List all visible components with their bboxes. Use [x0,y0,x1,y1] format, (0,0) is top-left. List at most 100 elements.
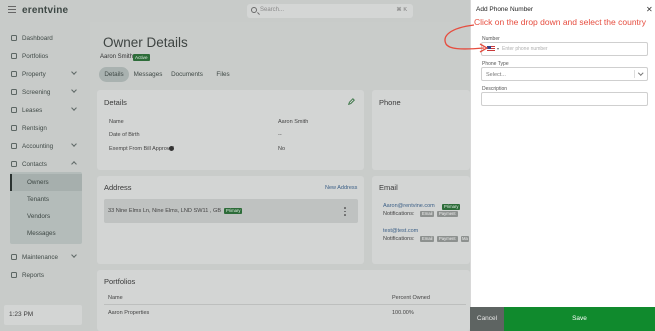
sidebar-item-label: Maintenance [22,253,59,261]
detail-value-exempt: No [278,146,286,152]
chevron-down-icon [71,252,77,258]
phone-number-field[interactable]: Enter phone number [481,42,648,56]
detail-value-name: Aaron Smith [278,119,309,125]
sidebar-item-label: Contacts [22,160,47,168]
sidebar-item-rentsign[interactable]: Rentsign [0,120,84,136]
app-logo[interactable]: erentvine [22,5,68,16]
portfolio-percent-cell: 100.00% [392,310,414,316]
notifications-label: Notifications: [383,211,415,217]
primary-badge: Primary [442,204,461,210]
select-divider [634,70,635,78]
detail-value-dob: -- [278,132,282,138]
chevron-down-icon [71,105,77,111]
tab-files[interactable]: Files [212,67,234,82]
details-title: Details [104,98,127,107]
cancel-button[interactable]: Cancel [470,307,504,331]
phone-title: Phone [379,98,401,107]
home-icon [11,71,17,77]
tab-documents[interactable]: Documents [169,67,205,82]
owner-name: Aaron Smith [100,54,134,60]
sidebar-subitem-label: Messages [27,230,56,237]
page-title: Owner Details [103,35,188,50]
sidebar-item-label: Portfolios [22,52,49,60]
sidebar-subitem-label: Owners [27,179,49,186]
number-placeholder: Enter phone number [502,46,548,52]
sidebar-item-reports[interactable]: Reports [0,267,84,283]
phone-type-select[interactable]: Select... [481,67,648,81]
chevron-down-icon [71,141,77,147]
sidebar-subitem-owners[interactable]: Owners [10,174,82,191]
notification-tag: Ma [461,236,469,242]
search-icon [251,7,257,13]
lease-icon [11,107,17,113]
panel-title: Add Phone Number [476,6,534,13]
primary-badge: Primary [224,208,243,214]
tab-details[interactable]: Details [99,67,129,82]
address-row[interactable]: 33 Nine Elms Ln, Nine Elms, LND SW11 , G… [104,199,358,223]
portfolio-name-cell[interactable]: Aaron Properties [108,310,149,316]
info-icon[interactable] [169,146,174,151]
new-address-link[interactable]: New Address [325,185,357,191]
sidebar-item-label: Screening [22,88,51,96]
annotation-arrow-icon [444,24,489,53]
sidebar-item-label: Reports [22,271,45,279]
sign-icon [11,125,17,131]
detail-label-dob: Date of Birth [109,132,140,138]
sidebar-item-screening[interactable]: Screening [0,84,84,100]
phone-type-placeholder: Select... [486,71,506,78]
chevron-down-icon[interactable] [638,70,644,76]
sidebar-item-label: Leases [22,106,43,114]
dollar-icon [11,143,17,149]
notification-tag: Payment [437,236,458,242]
column-header-name: Name [108,295,123,301]
sidebar-item-label: Accounting [22,142,54,150]
contacts-icon [11,161,17,167]
dashboard-icon [11,35,17,41]
sidebar-item-leases[interactable]: Leases [0,102,84,118]
more-options-icon[interactable] [344,207,346,216]
sidebar-item-label: Rentsign [22,124,47,132]
status-badge: Active [133,54,150,61]
description-field[interactable] [481,92,648,106]
wrench-icon [11,254,17,260]
pencil-icon[interactable] [348,98,355,105]
sidebar-item-contacts[interactable]: Contacts [0,156,84,172]
sidebar-item-maintenance[interactable]: Maintenance [0,249,84,265]
notification-tag: Email [420,236,435,242]
reports-icon [11,272,17,278]
sidebar-item-label: Property [22,70,46,78]
search-input[interactable]: Search... ⌘ K [247,4,413,18]
table-divider [104,304,466,305]
chevron-down-icon [71,87,77,93]
chevron-down-icon [71,69,77,75]
portfolios-title: Portfolios [104,277,136,286]
screening-icon [11,89,17,95]
detail-label-exempt: Exempt From Bill Approval [109,146,174,152]
sidebar-subitem-messages[interactable]: Messages [10,225,82,242]
menu-icon[interactable] [8,6,16,13]
address-line: 33 Nine Elms Ln, Nine Elms, LND SW11 , G… [108,208,222,214]
search-placeholder: Search... [260,6,285,13]
notification-tag: Payment [437,211,458,217]
clock-widget: 1:23 PM [4,305,82,325]
address-title: Address [104,183,132,192]
sidebar-item-dashboard[interactable]: Dashboard [0,30,84,46]
column-header-percent: Percent Owned [392,295,430,301]
sidebar-subitem-label: Tenants [27,196,50,203]
sidebar-subitem-tenants[interactable]: Tenants [10,191,82,208]
notification-tag: Email [420,211,435,217]
sidebar-item-accounting[interactable]: Accounting [0,138,84,154]
close-icon[interactable]: ✕ [646,6,653,14]
clock-time: 1:23 PM [9,311,34,318]
save-button[interactable]: Save [504,307,655,331]
sidebar-item-property[interactable]: Property [0,66,84,82]
email-title: Email [379,183,398,192]
email-address-1[interactable]: Aaron@rentvine.com [383,203,435,209]
tab-messages[interactable]: Messages [132,67,164,82]
details-card [97,90,364,170]
detail-label-name: Name [109,119,124,125]
sidebar-item-portfolios[interactable]: Portfolios [0,48,84,64]
sidebar-subitem-vendors[interactable]: Vendors [10,208,82,225]
sidebar-subitem-label: Vendors [27,213,51,220]
email-address-2[interactable]: test@test.com [383,228,418,234]
